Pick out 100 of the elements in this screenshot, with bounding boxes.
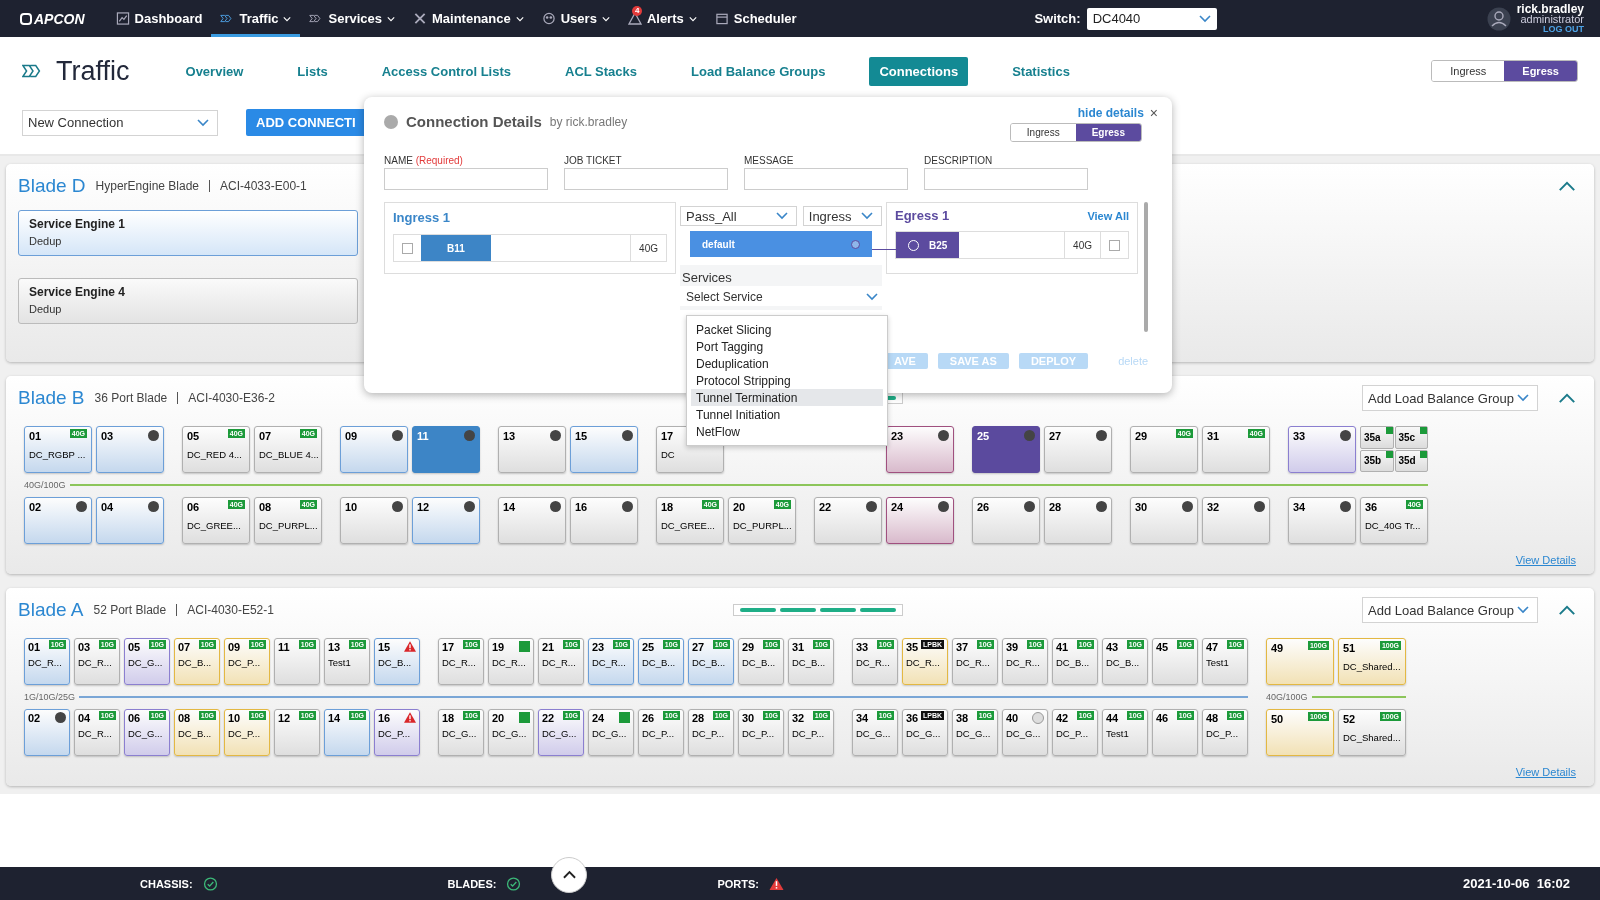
logo[interactable]: APCON: [20, 10, 85, 27]
menu-option[interactable]: Tunnel Initiation: [691, 406, 883, 423]
tab[interactable]: ACL Stacks: [555, 56, 648, 86]
direction-toggle[interactable]: Egress: [1504, 61, 1577, 81]
port-tile[interactable]: 27: [1044, 426, 1112, 473]
load-balance-select[interactable]: Add Load Balance Group: [1362, 597, 1538, 623]
nav-item[interactable]: Users: [532, 0, 619, 37]
subport-tile[interactable]: 35c: [1394, 426, 1428, 449]
nav-item[interactable]: Services: [300, 0, 404, 37]
port-tile[interactable]: 20 DC_G...: [488, 709, 534, 756]
blade-model: ACI-4033-E00-1: [220, 179, 307, 193]
scrollbar[interactable]: [1144, 202, 1148, 332]
logo-icon: [20, 12, 32, 25]
port-tile[interactable]: 03: [96, 426, 164, 473]
checkbox[interactable]: [402, 242, 413, 254]
port-tile[interactable]: 16: [570, 497, 638, 544]
port-number: 16: [575, 501, 588, 513]
port-tile[interactable]: 02: [24, 497, 92, 544]
switch-select[interactable]: DC4040: [1086, 7, 1217, 30]
filter-select[interactable]: Pass_All: [680, 206, 797, 226]
port-speed: 40G: [630, 235, 666, 261]
engine-card[interactable]: Service Engine 4 Dedup: [18, 278, 358, 324]
port-tile[interactable]: 32: [1202, 497, 1270, 544]
port-tile[interactable]: 33: [1288, 426, 1356, 473]
port-number: 18: [661, 501, 674, 513]
collapse-icon[interactable]: [1558, 180, 1576, 192]
view-all-link[interactable]: View All: [1087, 209, 1129, 222]
tab[interactable]: Load Balance Groups: [681, 56, 836, 86]
tab[interactable]: Lists: [287, 56, 338, 86]
port-tile[interactable]: 14: [498, 497, 566, 544]
chevrons-icon: [220, 12, 235, 25]
port-tile[interactable]: 22: [814, 497, 882, 544]
port-tile[interactable]: 24 DC_G...: [588, 709, 634, 756]
port-tile[interactable]: 28: [1044, 497, 1112, 544]
port-tile[interactable]: 12: [412, 497, 480, 544]
port-tile[interactable]: 24: [886, 497, 954, 544]
menu-option[interactable]: Packet Slicing: [691, 321, 883, 338]
port-tile[interactable]: 34: [1288, 497, 1356, 544]
logout-link[interactable]: LOG OUT: [1543, 23, 1584, 34]
collapse-icon[interactable]: [1558, 604, 1576, 616]
tab[interactable]: Statistics: [1002, 56, 1080, 86]
scroll-up-button[interactable]: [551, 856, 588, 893]
menu-option[interactable]: Port Tagging: [691, 338, 883, 355]
subport-tile[interactable]: 35d: [1394, 449, 1428, 472]
port-number: 33: [1293, 430, 1306, 442]
port-tile[interactable]: 40 DC_G...: [1002, 709, 1048, 756]
checkbox[interactable]: [1109, 239, 1120, 251]
speed-label: 1G/10G/25G: [24, 692, 76, 702]
port-tile[interactable]: 10: [340, 497, 408, 544]
port-tile[interactable]: 15 DC_B...: [374, 638, 420, 685]
port-tile[interactable]: 16 DC_P...: [374, 709, 420, 756]
tab[interactable]: Access Control Lists: [371, 56, 521, 86]
collapse-icon[interactable]: [1558, 392, 1576, 404]
tab[interactable]: Connections: [869, 56, 969, 86]
count-badge: 4: [631, 6, 643, 16]
port-tile[interactable]: 19 DC_R...: [488, 638, 534, 685]
port-tile[interactable]: 13: [498, 426, 566, 473]
text-field[interactable]: [384, 168, 548, 190]
direction-toggle[interactable]: Egress: [1075, 124, 1141, 141]
menu-option[interactable]: Tunnel Termination: [691, 389, 883, 406]
add-connection-button[interactable]: ADD CONNECTI: [246, 109, 366, 136]
avatar-icon[interactable]: [1486, 6, 1511, 31]
port-number: 02: [29, 501, 42, 513]
port-tile[interactable]: 30: [1130, 497, 1198, 544]
port-chip[interactable]: B25: [896, 232, 960, 258]
port-number: 12: [278, 712, 291, 724]
connection-select[interactable]: New Connection: [22, 109, 218, 136]
port-tile[interactable]: 26: [972, 497, 1040, 544]
port-tile[interactable]: 02: [24, 709, 70, 756]
nav-item[interactable]: 4 Alerts: [618, 0, 706, 37]
nav-item[interactable]: Maintenance: [404, 0, 533, 37]
menu-option[interactable]: Deduplication: [691, 355, 883, 372]
tab[interactable]: Overview: [175, 56, 254, 86]
service-select[interactable]: Select Service: [680, 286, 882, 306]
port-number: 23: [891, 430, 904, 442]
port-chip[interactable]: B11: [421, 235, 491, 261]
direction-select[interactable]: Ingress: [802, 206, 882, 226]
port-tile[interactable]: 23: [886, 426, 954, 473]
port-tile[interactable]: 25: [972, 426, 1040, 473]
text-field[interactable]: [564, 168, 728, 190]
close-button[interactable]: ×: [1149, 105, 1158, 121]
port-number: 16: [378, 712, 391, 724]
menu-option[interactable]: Protocol Stripping: [691, 372, 883, 389]
blade-type: HyperEngine Blade: [95, 179, 199, 193]
port-tile[interactable]: 09: [340, 426, 408, 473]
port-tile[interactable]: 11: [412, 426, 480, 473]
engine-card[interactable]: Service Engine 1 Dedup: [18, 210, 358, 256]
port-tile[interactable]: 04: [96, 497, 164, 544]
subport-tile[interactable]: 35b: [1360, 449, 1394, 472]
hide-details-link[interactable]: hide details: [1077, 106, 1144, 120]
subport-tile[interactable]: 35a: [1360, 426, 1394, 449]
load-balance-select[interactable]: Add Load Balance Group: [1362, 385, 1538, 411]
text-field[interactable]: [924, 168, 1088, 190]
nav-item[interactable]: Dashboard: [106, 0, 212, 37]
port-number: 37: [956, 641, 969, 653]
port-tile[interactable]: 15: [570, 426, 638, 473]
nav-item[interactable]: Traffic: [211, 0, 301, 37]
nav-item[interactable]: Scheduler: [705, 0, 806, 37]
text-field[interactable]: [744, 168, 908, 190]
field-label: JOB TICKET: [564, 155, 623, 166]
